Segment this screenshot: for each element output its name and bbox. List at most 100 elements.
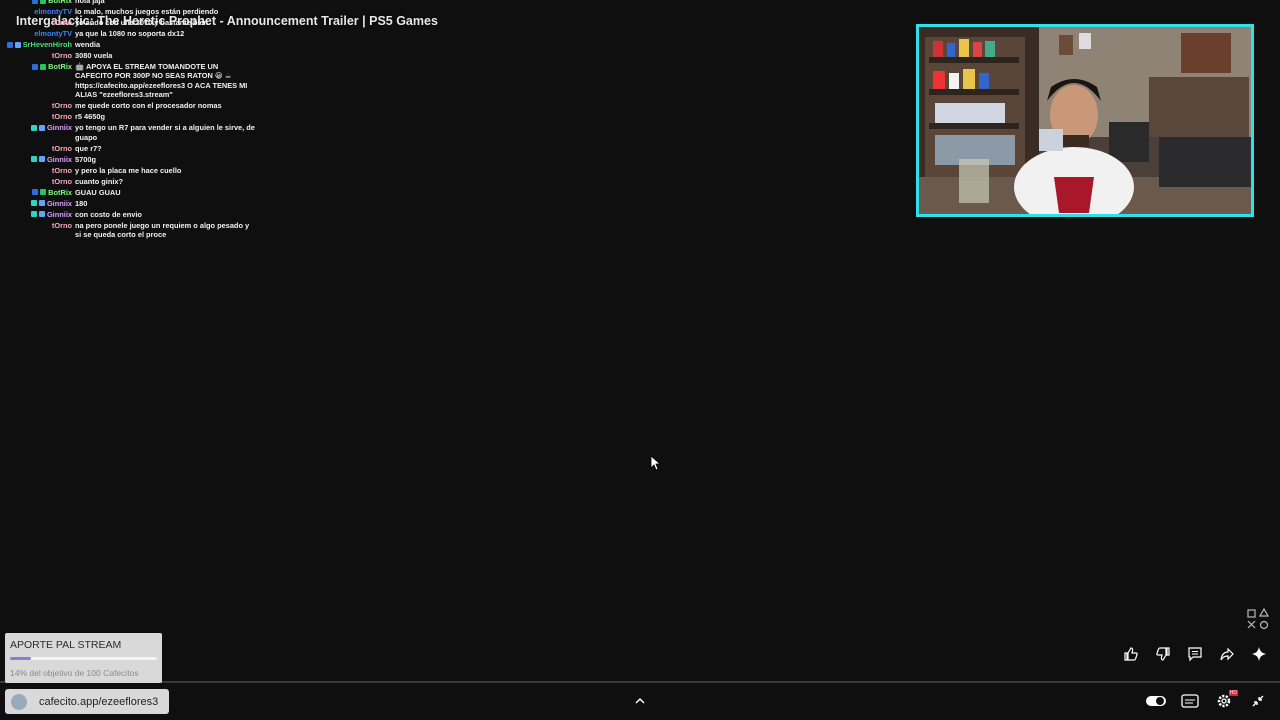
chevron-up-icon[interactable] [633, 694, 647, 713]
chat-username-text: BotRix [48, 187, 72, 197]
chat-message-text: lo malo, muchos juegos están perdiendo [75, 7, 219, 16]
chat-badge-icon [38, 156, 45, 163]
chat-username-text: tOrno [51, 112, 72, 122]
chat-username[interactable]: tOrno [0, 18, 75, 27]
chat-message-text: na pero ponele juego un requiem o algo p… [75, 220, 250, 240]
thumbs-up-icon[interactable] [1120, 645, 1141, 663]
chat-username[interactable]: tOrno [0, 51, 75, 60]
globe-icon [11, 693, 27, 710]
mouse-cursor-icon [650, 455, 662, 476]
chat-username-text: BotRix [48, 62, 72, 71]
chat-message: tOrno na pero ponele juego un requiem o a… [0, 221, 270, 240]
chat-username-text: SrHevenHiroh [22, 40, 72, 49]
chat-message-text: wendia [75, 40, 101, 49]
chat-badge-icon [32, 189, 39, 196]
chat-badge-icon [30, 211, 37, 218]
cafecito-url: cafecito.app/ezeeflores3 [39, 695, 159, 708]
chat-username[interactable]: tOrno [0, 101, 75, 110]
chat-message-text: 🤖 APOYA EL STREAM TOMANDOTE UN CAFECITO … [75, 62, 248, 100]
share-icon[interactable] [1216, 645, 1237, 663]
chat-message-text: r5 4650g [75, 112, 105, 122]
action-bar [1120, 645, 1269, 663]
chat-badge-icon [40, 189, 47, 196]
chat-message-text: 5700g [75, 154, 96, 164]
chat-message: BotRix GUAU GUAU [0, 188, 270, 197]
chat-username[interactable]: Ginniix [0, 155, 75, 164]
chat-username-text: tOrno [51, 18, 72, 27]
chat-badge-icon [40, 0, 47, 4]
chat-overlay: BotRix hola jaja elmontyTV lo malo, muchos … [0, 0, 270, 241]
chat-username[interactable]: Ginniix [0, 210, 75, 219]
quality-badge: HD [1228, 690, 1238, 696]
chat-message: BotRix 🤖 APOYA EL STREAM TOMANDOTE UN CAF… [0, 62, 270, 100]
toggle-icon[interactable] [1145, 691, 1167, 711]
donation-progress-track [10, 657, 157, 660]
chat-username[interactable]: tOrno [0, 144, 75, 153]
chat-message: tOrno yo ando con una 3070 y bastante bie… [0, 18, 270, 27]
chat-username[interactable]: Ginniix [0, 199, 75, 208]
thumbs-down-icon[interactable] [1152, 645, 1173, 663]
sparkle-icon[interactable] [1248, 645, 1269, 663]
playstation-logo-icon [1246, 607, 1270, 635]
chat-message: elmontyTV ya que la 1080 no soporta dx12 [0, 29, 270, 38]
chat-message: tOrno me quede corto con el procesador no… [0, 101, 270, 110]
chat-badge-icon [40, 63, 47, 70]
chat-badge-icon [38, 200, 45, 207]
chat-badge-icon [30, 156, 37, 163]
settings-icon[interactable]: HD [1213, 690, 1238, 711]
chat-message: tOrno cuanto ginix? [0, 177, 270, 186]
comment-icon[interactable] [1184, 645, 1205, 663]
chat-username-text: Ginniix [46, 123, 72, 133]
chat-username-text: Ginniix [46, 154, 72, 164]
chat-username-text: tOrno [51, 51, 72, 60]
chat-username[interactable]: tOrno [0, 166, 75, 175]
chat-username[interactable]: elmontyTV [0, 7, 75, 16]
chat-badge-icon [6, 41, 13, 48]
chat-message-text: con costo de envio [75, 209, 142, 219]
chat-username[interactable]: SrHevenHiroh [0, 40, 75, 49]
chat-badge-icon [30, 200, 37, 207]
chat-message: SrHevenHiroh wendia [0, 40, 270, 49]
chat-username-text: tOrno [51, 165, 72, 175]
chat-username[interactable]: tOrno [0, 221, 75, 230]
chat-message-text: yo ando con una 3070 y bastante bien [75, 18, 209, 27]
chat-username-text: tOrno [51, 101, 72, 111]
chat-username[interactable]: Ginniix [0, 123, 75, 132]
chat-badge-icon [30, 124, 37, 131]
subtitles-icon[interactable] [1179, 691, 1201, 711]
chat-username[interactable]: tOrno [0, 177, 75, 186]
chat-username[interactable]: BotRix [0, 0, 75, 5]
chat-username[interactable]: tOrno [0, 112, 75, 121]
chat-username[interactable]: elmontyTV [0, 29, 75, 38]
chat-message-text: yo tengo un R7 para vender si a alguien … [75, 123, 255, 142]
chat-message-text: y pero la placa me hace cuello [75, 165, 182, 175]
video-progress-bar[interactable] [0, 681, 1280, 683]
chat-message-text: me quede corto con el procesador nomas [75, 101, 222, 111]
chat-badge-icon [32, 0, 39, 4]
chat-username[interactable]: BotRix [0, 62, 75, 71]
chat-message-text: que r7? [75, 143, 102, 153]
webcam-feed [916, 24, 1254, 217]
chat-message-text: cuanto ginix? [75, 176, 124, 186]
chat-message-text: hola jaja [75, 0, 105, 5]
chat-username-text: Ginniix [46, 209, 72, 219]
chat-username-text: BotRix [48, 0, 72, 5]
chat-badge-icon [14, 41, 21, 48]
chat-username-text: Ginniix [46, 198, 72, 208]
chat-message-text: GUAU GUAU [75, 187, 121, 197]
chat-username-text: elmontyTV [34, 29, 72, 38]
donation-title: APORTE PAL STREAM [10, 639, 122, 651]
chat-badge-icon [32, 63, 39, 70]
chat-badge-icon [38, 211, 45, 218]
chat-message: Ginniix 180 [0, 199, 270, 208]
chat-message: elmontyTV lo malo, muchos juegos están pe… [0, 7, 270, 16]
chat-message: tOrno y pero la placa me hace cuello [0, 166, 270, 175]
donation-subtitle: 14% del objetivo de 100 Cafecitos [10, 668, 139, 678]
chat-message: tOrno r5 4650g [0, 112, 270, 121]
chat-badge-icon [38, 124, 45, 131]
chat-message-text: 180 [75, 198, 88, 208]
chat-username[interactable]: BotRix [0, 188, 75, 197]
exit-fullscreen-icon[interactable] [1247, 691, 1269, 711]
donation-widget: APORTE PAL STREAM 14% del objetivo de 10… [5, 633, 162, 683]
cafecito-url-pill: cafecito.app/ezeeflores3 [5, 689, 169, 714]
